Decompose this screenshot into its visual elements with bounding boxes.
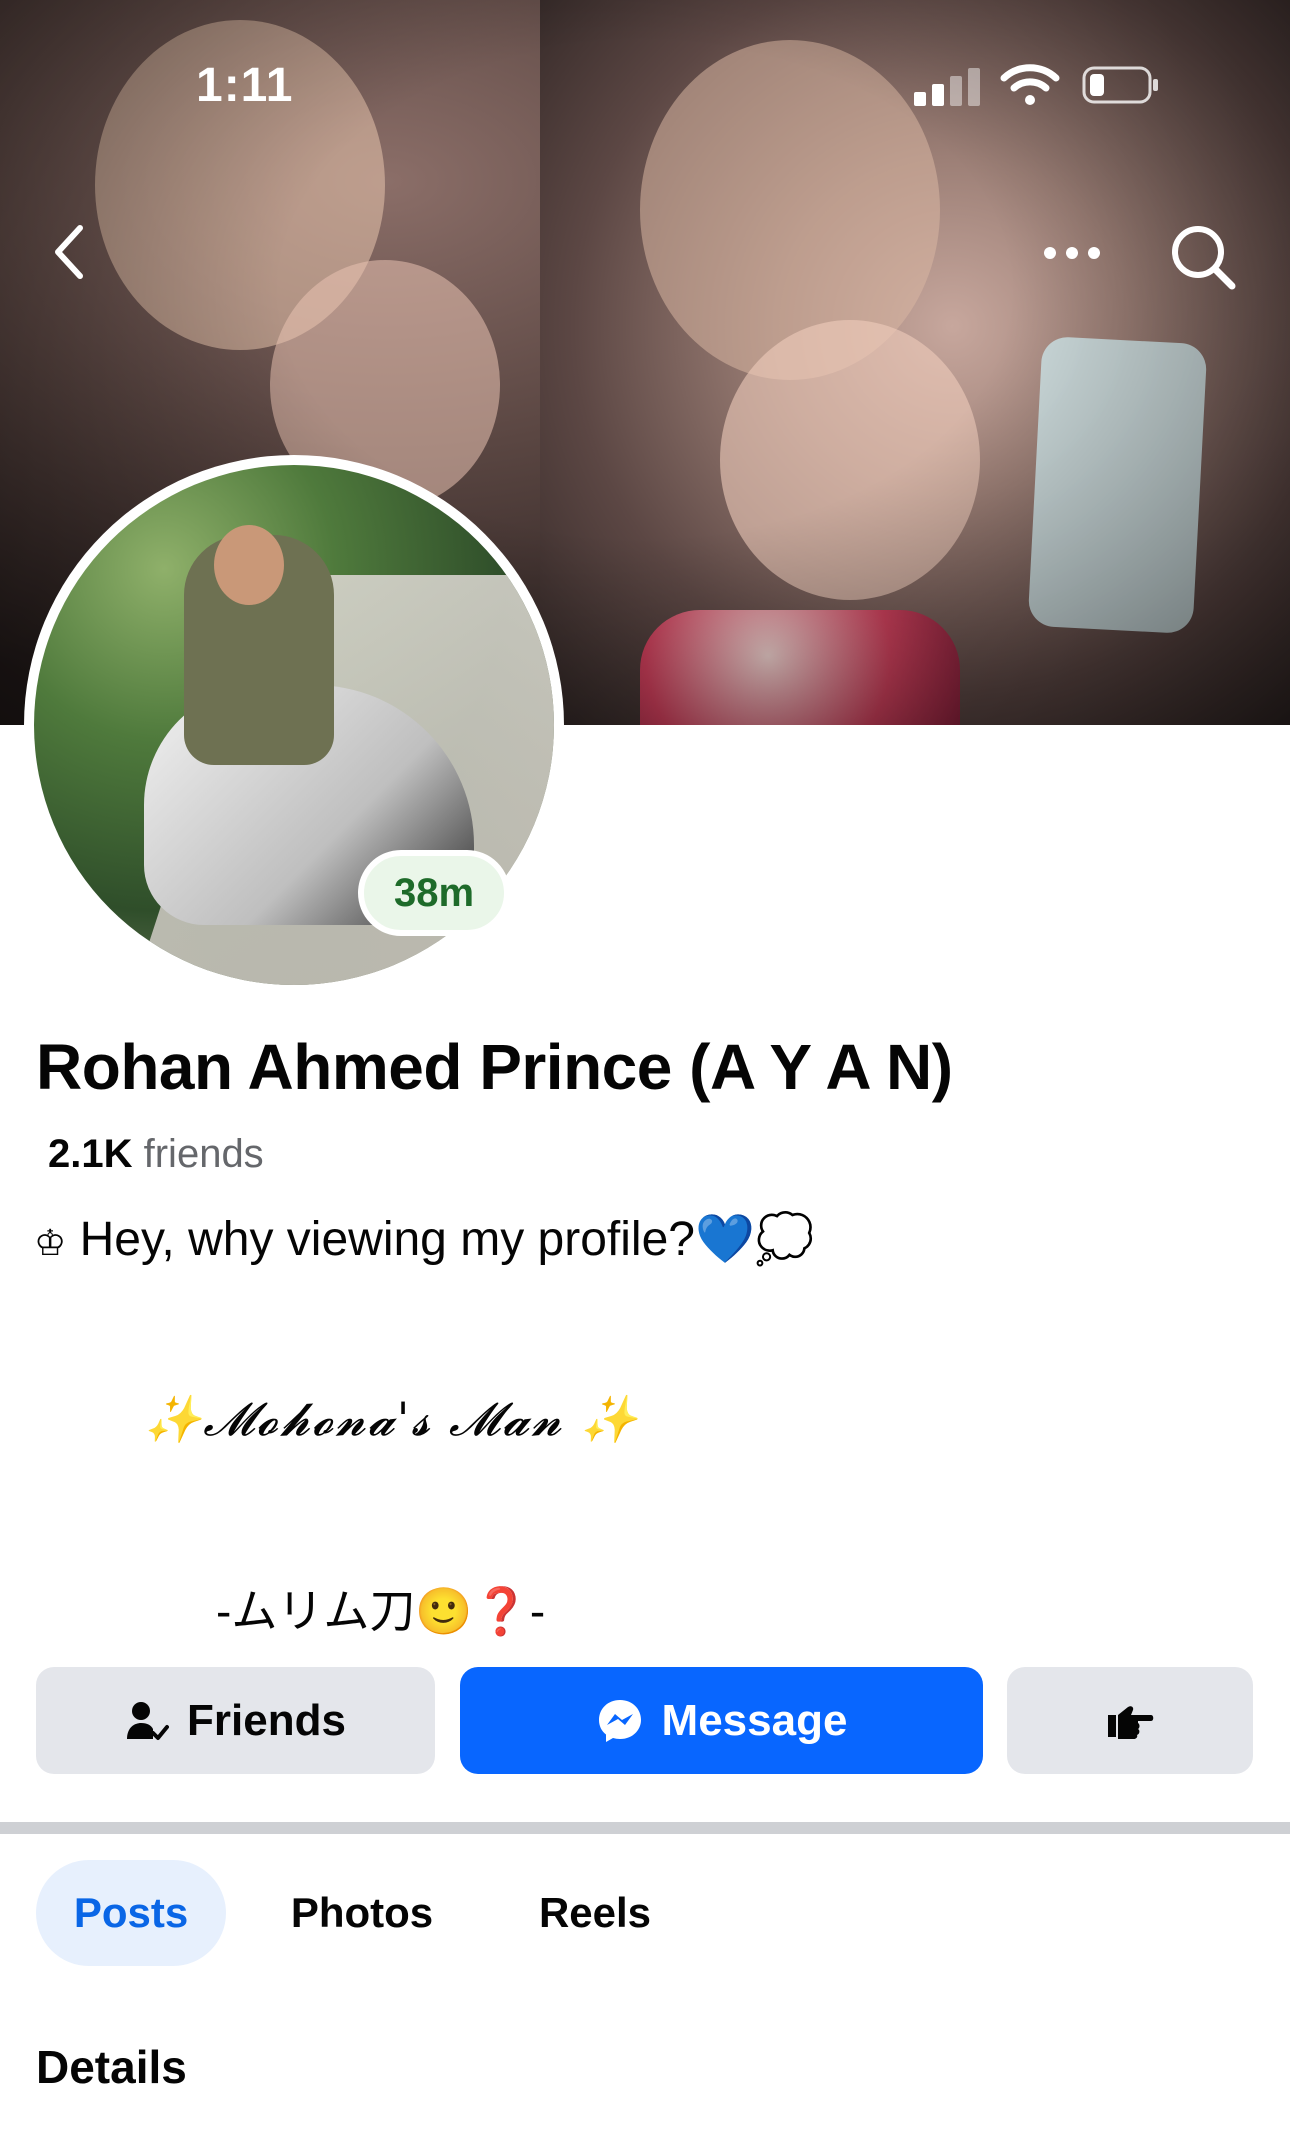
friends-count[interactable]: 2.1K friends: [48, 1132, 264, 1177]
bio-line-2: ✨𝓜𝓸𝓱𝓸𝓷𝓪'𝓼 𝓜𝓪𝓷 ✨: [144, 1392, 640, 1446]
bio-line-3: -ムリム刀🙂❓-: [216, 1585, 546, 1637]
person-check-icon: [127, 1701, 170, 1740]
friends-count-number: 2.1K: [48, 1132, 133, 1176]
chevron-left-icon[interactable]: [48, 222, 92, 282]
profile-name: Rohan Ahmed Prince (A Y A N): [36, 1031, 953, 1103]
friends-button[interactable]: Friends: [36, 1667, 435, 1774]
active-status-badge: 38m: [358, 850, 510, 936]
battery-icon: [1082, 66, 1158, 104]
details-heading: Details: [36, 2041, 187, 2093]
tab-posts[interactable]: Posts: [36, 1860, 226, 1966]
crown-icon: ♔: [34, 1222, 67, 1263]
message-button[interactable]: Message: [460, 1667, 983, 1774]
tab-photos[interactable]: Photos: [262, 1860, 462, 1966]
hand-pointing-icon: [1108, 1705, 1154, 1739]
search-icon[interactable]: [1168, 222, 1238, 292]
tab-reels[interactable]: Reels: [510, 1860, 680, 1966]
friends-button-label: Friends: [187, 1695, 346, 1745]
messenger-icon: [598, 1699, 641, 1742]
message-button-label: Message: [661, 1695, 848, 1745]
profile-picture-rider-head: [214, 525, 284, 605]
cellular-signal-icon: [914, 68, 980, 106]
bio-line-1: ♔ Hey, why viewing my profile?💙💭: [34, 1210, 814, 1267]
section-divider: [0, 1822, 1290, 1834]
more-actions-button[interactable]: [1007, 1667, 1253, 1774]
status-time: 1:11: [196, 59, 294, 112]
ellipsis-icon[interactable]: [1040, 238, 1104, 268]
friends-count-label: friends: [143, 1132, 264, 1176]
bio-line-1-text: Hey, why viewing my profile?💙💭: [79, 1213, 815, 1266]
wifi-icon: [1000, 64, 1060, 105]
